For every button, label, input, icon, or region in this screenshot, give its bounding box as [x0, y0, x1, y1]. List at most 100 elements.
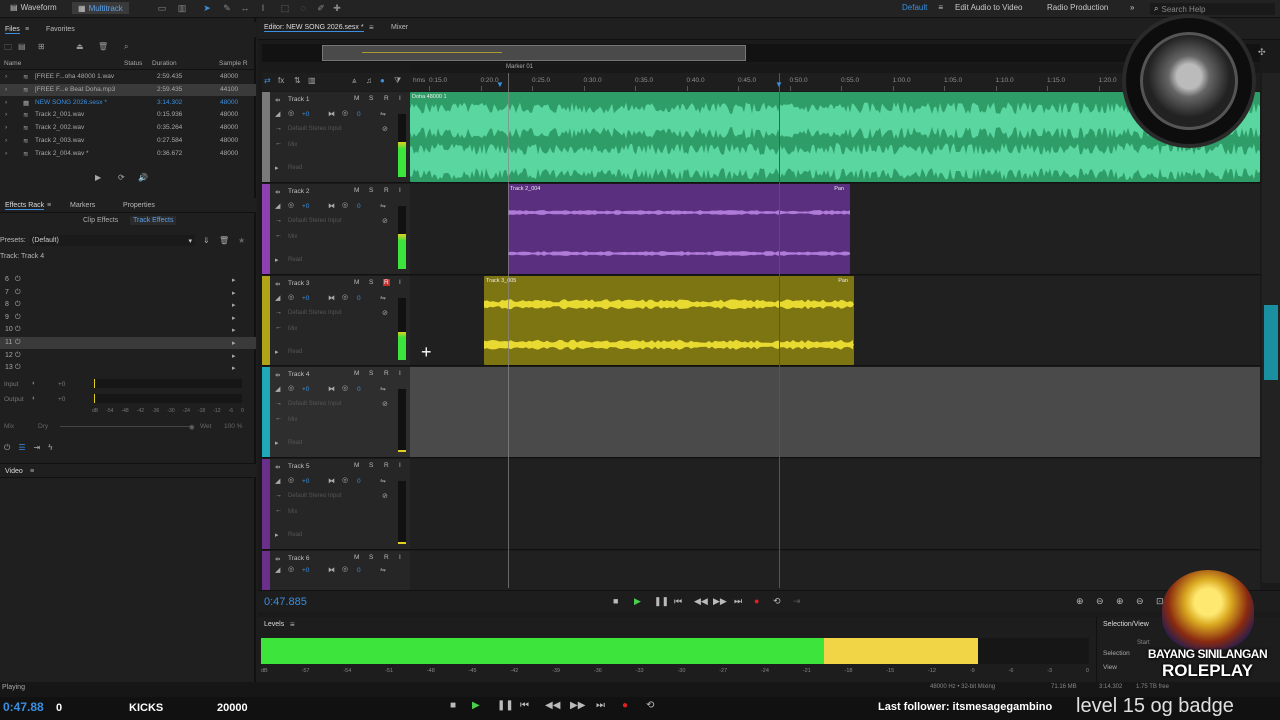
mute-button[interactable]: M: [354, 462, 359, 469]
solo-button[interactable]: S: [369, 370, 373, 377]
effect-slot[interactable]: 10 ⏻ ▸: [0, 324, 256, 336]
track-header[interactable]: ⇹ Track 4 M S R I ◢ ◎ +0 ⧓ ◎ 0 ⇋ → Default Stereo Inpu…: [262, 367, 410, 458]
marquee-icon[interactable]: ⬚: [278, 2, 292, 15]
phase-icon[interactable]: ⊘: [382, 309, 388, 317]
insert-effect-icon[interactable]: ⇥: [34, 443, 41, 453]
effect-slot[interactable]: 7 ⏻ ▸: [0, 287, 256, 299]
input-select[interactable]: Default Stereo Input: [288, 493, 341, 499]
multitrack-tab[interactable]: ▦ Multitrack: [72, 2, 129, 14]
stereo-icon[interactable]: ⇋: [380, 385, 386, 393]
grip-icon[interactable]: ⇹: [275, 371, 280, 379]
file-row[interactable]: › ≋ Track 2_001.wav 0:15.936 48000: [0, 109, 256, 121]
effects-menu-icon[interactable]: ≡: [47, 202, 51, 209]
output-select[interactable]: Mix: [288, 417, 297, 423]
slot-arrow-icon[interactable]: ▸: [232, 276, 236, 284]
track-header[interactable]: ⇹ Track 2 M S R I ◢ ◎ +0 ⧓ ◎ 0 ⇋ → Default Stereo Inpu…: [262, 184, 410, 275]
fast-forward-icon[interactable]: ▶▶: [713, 596, 727, 607]
clip-pan-label[interactable]: Pan: [834, 186, 844, 192]
volume-knob-icon[interactable]: ◎: [288, 384, 294, 392]
preview-loop-icon[interactable]: ⟳: [118, 173, 125, 182]
marker-01-label[interactable]: Marker 01: [506, 64, 533, 70]
open-folder-icon[interactable]: 🗀: [4, 42, 12, 56]
grip-icon[interactable]: ⇹: [275, 555, 280, 563]
pan-knob-icon[interactable]: ◎: [342, 565, 348, 573]
slot-arrow-icon[interactable]: ▸: [232, 352, 236, 360]
tool-icon-2[interactable]: ▥: [175, 2, 189, 15]
pan-value[interactable]: 0: [357, 295, 361, 302]
slip-tool-icon[interactable]: ↔: [238, 2, 252, 15]
audio-clip[interactable]: Track 2_004 Pan: [508, 184, 850, 274]
slot-arrow-icon[interactable]: ▸: [232, 301, 236, 309]
volume-knob-icon[interactable]: ◎: [288, 201, 294, 209]
track-header[interactable]: ⇹ Track 1 M S R I ◢ ◎ +0 ⧓ ◎ 0 ⇋ → Default Stereo Inpu…: [262, 92, 410, 183]
clip-pan-label[interactable]: Pan: [838, 278, 848, 284]
output-select[interactable]: Mix: [288, 142, 297, 148]
pan-knob-icon[interactable]: ◎: [342, 293, 348, 301]
automation-mode[interactable]: Read: [288, 440, 302, 446]
solo-button[interactable]: S: [369, 279, 373, 286]
play-icon[interactable]: ▶: [634, 596, 641, 607]
tool-icon-1[interactable]: ▭: [155, 2, 169, 15]
output-knob-icon[interactable]: ◐: [32, 395, 36, 402]
zoom-fit-icon[interactable]: ✣: [1258, 47, 1266, 58]
filter-icon[interactable]: ⧩: [394, 76, 401, 86]
file-row[interactable]: › ≋ Track 2_002.wav 0:35.264 48000: [0, 122, 256, 134]
volume-value[interactable]: +0: [302, 478, 309, 485]
record-arm-icon[interactable]: ●: [380, 76, 385, 85]
track-name[interactable]: Track 1: [288, 96, 309, 103]
arrows-icon[interactable]: ⇄: [264, 76, 271, 85]
track-name[interactable]: Track 3: [288, 280, 309, 287]
record-arm-button[interactable]: R: [384, 187, 389, 194]
lasso-icon[interactable]: ◌: [296, 2, 310, 15]
brush-icon[interactable]: ✐: [314, 2, 328, 15]
mix-slider[interactable]: [60, 426, 192, 427]
mute-button[interactable]: M: [354, 187, 359, 194]
insert-icon[interactable]: ⊞: [38, 42, 45, 51]
track-lane[interactable]: [410, 551, 1260, 591]
monitor-input-button[interactable]: I: [399, 462, 401, 469]
favorite-icon[interactable]: ★: [238, 236, 245, 245]
delete-icon[interactable]: 🗑: [98, 42, 108, 51]
editor-menu-icon[interactable]: ≡: [369, 23, 374, 32]
pan-knob-icon[interactable]: ◎: [342, 201, 348, 209]
phase-icon[interactable]: ⊘: [382, 217, 388, 225]
tab-files-menu-icon[interactable]: ≡: [25, 26, 29, 33]
input-select[interactable]: Default Stereo Input: [288, 126, 341, 132]
preview-play-icon[interactable]: ▶: [95, 173, 101, 182]
volume-knob-icon[interactable]: ◎: [288, 565, 294, 573]
pan-knob-icon[interactable]: ◎: [342, 476, 348, 484]
power-icon[interactable]: ⏻: [15, 339, 21, 347]
stereo-icon[interactable]: ⇋: [380, 477, 386, 485]
effect-slot[interactable]: 9 ⏻ ▸: [0, 312, 256, 324]
output-select[interactable]: Mix: [288, 326, 297, 332]
expand-arrow-icon[interactable]: ›: [5, 73, 7, 80]
effect-slot[interactable]: 11 ⏻ ▸: [0, 337, 256, 349]
move-tool-icon[interactable]: ➤: [200, 2, 214, 15]
zoom-in-time-icon[interactable]: ⊕: [1116, 596, 1124, 607]
import-icon[interactable]: ⏏: [76, 42, 84, 51]
slider-thumb-icon[interactable]: ◉: [189, 423, 195, 431]
go-end-icon[interactable]: ⏭: [734, 596, 742, 607]
bars-icon[interactable]: ▥: [308, 76, 316, 85]
preview-volume-icon[interactable]: 🔊: [138, 173, 148, 182]
video-menu-icon[interactable]: ≡: [30, 468, 34, 475]
pan-knob-icon[interactable]: ◎: [342, 384, 348, 392]
slot-arrow-icon[interactable]: ▸: [232, 326, 236, 334]
file-row[interactable]: › ≋ [FREE F...oha 48000 1.wav 2:59.435 48000: [0, 71, 256, 83]
volume-knob-icon[interactable]: ◎: [288, 476, 294, 484]
expand-arrow-icon[interactable]: ›: [5, 150, 7, 157]
record-arm-button[interactable]: R: [384, 95, 389, 102]
vertical-scrollbar[interactable]: [1262, 73, 1280, 583]
workspace-radio[interactable]: Radio Production: [1047, 3, 1108, 12]
volume-knob-icon[interactable]: ◎: [288, 293, 294, 301]
audio-clip[interactable]: Track 3_005 Pan: [484, 276, 854, 365]
tab-effects-rack[interactable]: Effects Rack: [5, 202, 45, 210]
clip-effects-tab[interactable]: Clip Effects: [83, 217, 118, 224]
more-workspaces-icon[interactable]: »: [1130, 3, 1134, 12]
zoom-in-amplitude-icon[interactable]: ⊕: [1076, 596, 1084, 607]
power-icon[interactable]: ⏻: [15, 314, 21, 322]
monitor-input-button[interactable]: I: [399, 187, 401, 194]
slot-arrow-icon[interactable]: ▸: [232, 314, 236, 322]
phase-icon[interactable]: ⊘: [382, 400, 388, 408]
track-lane[interactable]: [410, 459, 1260, 550]
